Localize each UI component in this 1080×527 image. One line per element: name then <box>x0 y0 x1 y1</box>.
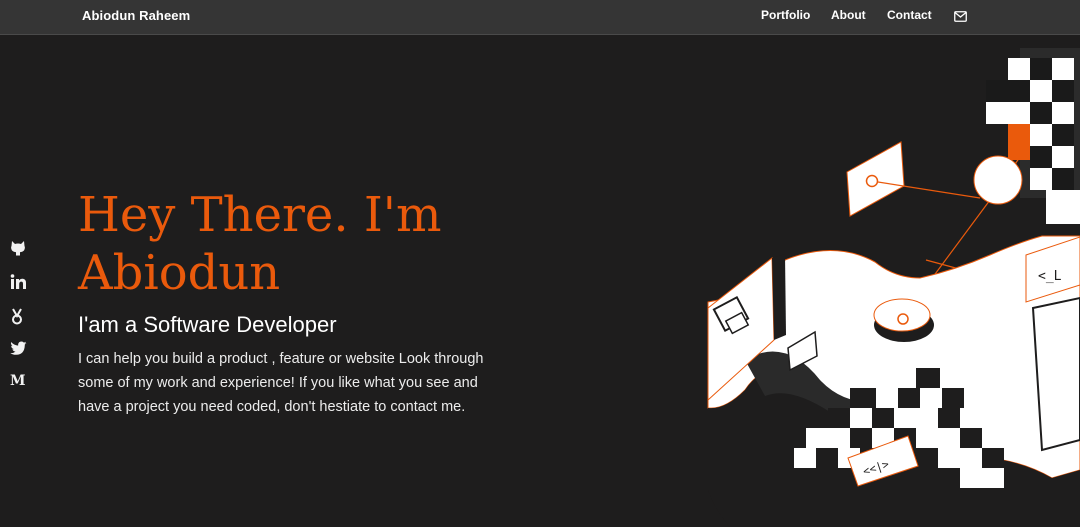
nav-link-portfolio[interactable]: Portfolio <box>761 8 810 22</box>
brand-name[interactable]: Abiodun Raheem <box>82 8 190 23</box>
code-tag-top: <_L <box>1038 269 1062 284</box>
nav-link-about[interactable]: About <box>831 8 866 22</box>
nav-link-contact[interactable]: Contact <box>887 8 932 22</box>
hero-title: Hey There. I'm Abiodun <box>78 187 442 301</box>
dev-badge-icon[interactable] <box>10 308 28 326</box>
medium-icon[interactable]: M <box>10 372 28 390</box>
github-icon[interactable] <box>10 239 28 257</box>
hero-illustration: <_L <<|> <box>707 48 1080 527</box>
hero-subtitle: I'am a Software Developer <box>78 312 337 337</box>
linkedin-icon[interactable] <box>10 274 28 292</box>
mail-icon[interactable] <box>954 11 967 22</box>
twitter-icon[interactable] <box>10 341 28 359</box>
hero-description: I can help you build a product , feature… <box>78 351 484 415</box>
navbar: Abiodun Raheem Portfolio About Contact <box>0 0 1080 35</box>
